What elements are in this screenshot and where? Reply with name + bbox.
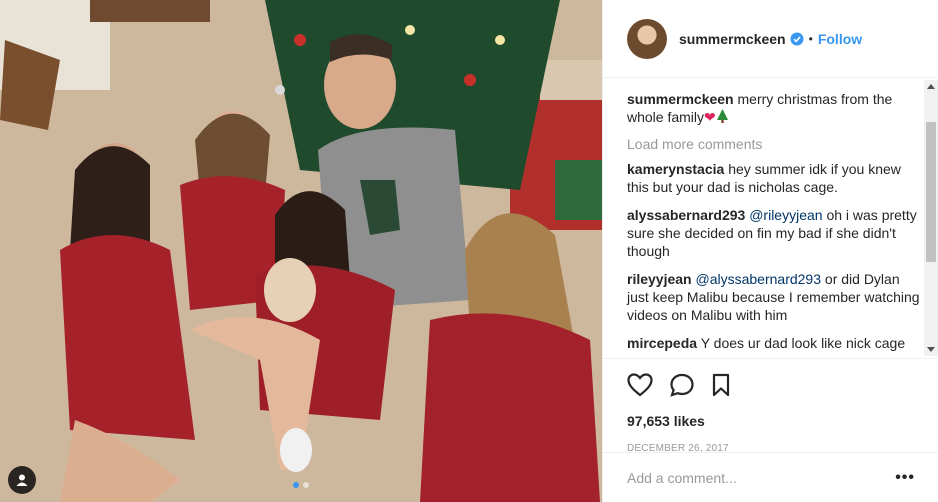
- save-button[interactable]: [711, 373, 731, 397]
- caption-username[interactable]: summermckeen: [627, 91, 734, 107]
- verified-badge-icon: [790, 32, 804, 45]
- caption: summermckeen merry christmas from the wh…: [627, 90, 921, 126]
- carousel-indicator: [0, 482, 602, 488]
- like-button[interactable]: [627, 373, 653, 397]
- comment-item: alyssabernard293 @rileyyjean oh i was pr…: [627, 206, 921, 260]
- comment-button[interactable]: [669, 373, 695, 397]
- comment-item: rileyyjean @alyssabernard293 or did Dyla…: [627, 270, 921, 324]
- comment-username[interactable]: alyssabernard293: [627, 207, 745, 223]
- separator-dot: •: [808, 31, 813, 46]
- scroll-up-arrow-icon[interactable]: [927, 84, 935, 89]
- post-photo[interactable]: [0, 0, 602, 502]
- bookmark-icon: [712, 373, 730, 397]
- load-more-comments-link[interactable]: Load more comments: [627, 136, 921, 152]
- heart-emoji-icon: ❤: [704, 109, 716, 125]
- more-options-button[interactable]: •••: [895, 469, 915, 487]
- post-side-panel: summermckeen • Follow summermckeen merry…: [602, 0, 938, 502]
- likes-count[interactable]: 97,653 likes: [627, 413, 915, 429]
- family-christmas-photo: [0, 0, 602, 502]
- comment-username[interactable]: mircepeda: [627, 335, 697, 351]
- comment-username[interactable]: kamerynstacia: [627, 161, 724, 177]
- comment-mention[interactable]: @rileyyjean: [749, 207, 822, 223]
- tag-user-button[interactable]: [8, 466, 36, 494]
- comment-icon: [670, 373, 694, 397]
- post-header: summermckeen • Follow: [603, 0, 938, 78]
- scroll-down-arrow-icon[interactable]: [927, 347, 935, 352]
- comment-item: kamerynstacia hey summer idk if you knew…: [627, 160, 921, 196]
- follow-button[interactable]: Follow: [818, 31, 862, 47]
- comment-text: Y does ur dad look like nick cage: [700, 335, 906, 351]
- add-comment-bar: •••: [603, 452, 938, 502]
- christmas-tree-emoji-icon: [716, 109, 728, 123]
- comments-scrollbar[interactable]: [924, 80, 938, 356]
- avatar[interactable]: [627, 18, 667, 59]
- comment-item: mircepeda Y does ur dad look like nick c…: [627, 334, 921, 352]
- post-actions: 97,653 likes DECEMBER 26, 2017: [603, 358, 938, 454]
- comments-list[interactable]: summermckeen merry christmas from the wh…: [603, 78, 935, 358]
- heart-icon: [627, 373, 653, 397]
- scrollbar-thumb[interactable]: [926, 122, 936, 262]
- comment-username[interactable]: rileyyjean: [627, 271, 692, 287]
- add-comment-input[interactable]: [627, 469, 896, 486]
- post-username[interactable]: summermckeen: [679, 31, 786, 47]
- comment-mention[interactable]: @alyssabernard293: [696, 271, 822, 287]
- carousel-dot-1[interactable]: [293, 482, 299, 488]
- carousel-dot-2[interactable]: [303, 482, 309, 488]
